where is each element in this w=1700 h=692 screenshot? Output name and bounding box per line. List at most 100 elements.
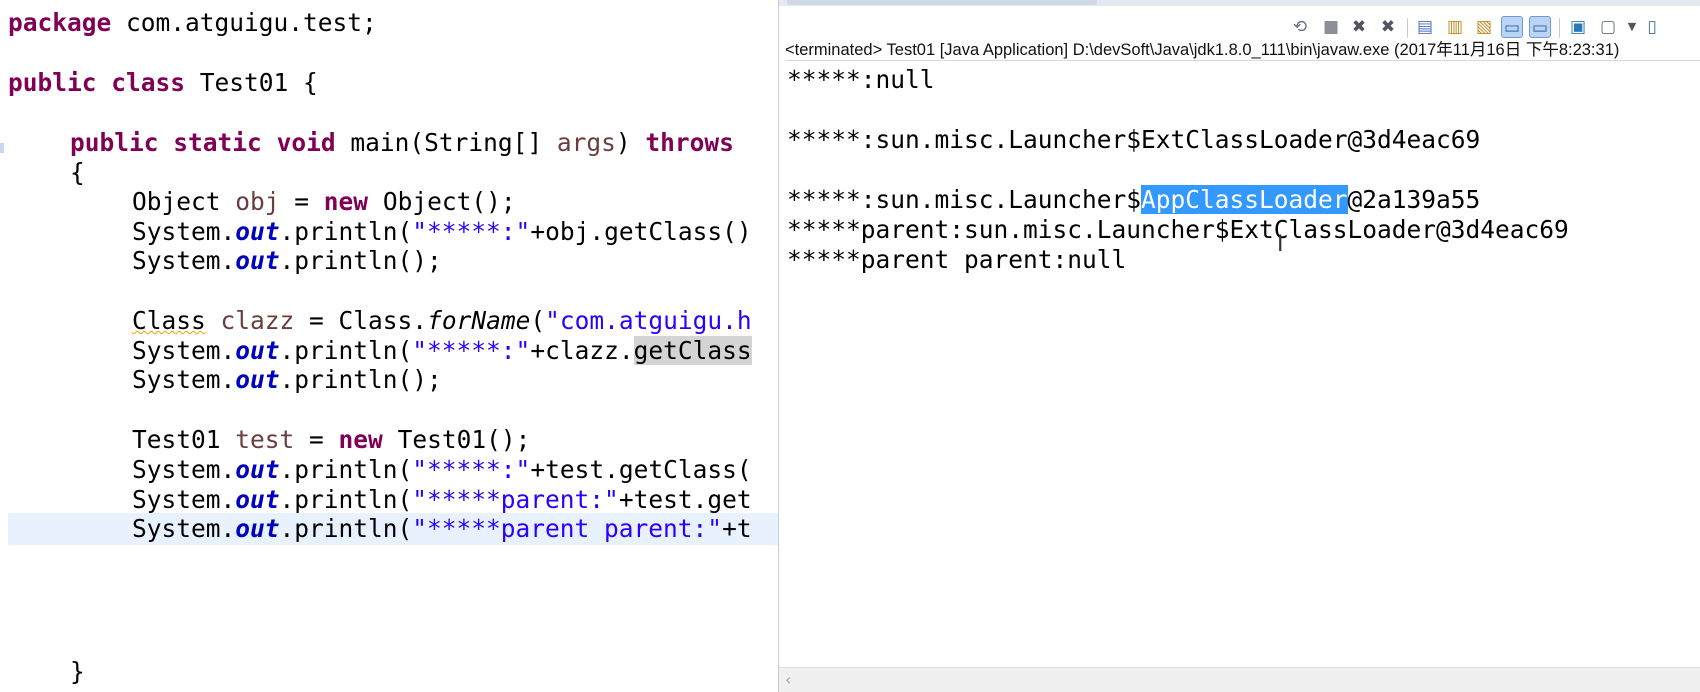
code-text: Object(); [368,187,516,216]
remove-launch-icon[interactable]: ✖ [1348,16,1370,38]
view-menu-icon[interactable]: ▼ [1621,16,1643,38]
code-line-println-test[interactable]: System.out.println("*****:"+test.getClas… [132,454,752,486]
code-text: = [279,187,324,216]
code-text: +test.get [618,485,752,514]
code-line-open-brace[interactable]: { [70,157,85,189]
code-text: System. [132,217,236,246]
string-literal: "com.atguigu.h [545,306,752,335]
keyword: throws [645,128,734,157]
console-output-line[interactable]: *****:sun.misc.Launcher$AppClassLoader@2… [787,184,1480,216]
console-tab[interactable] [787,0,1097,5]
open-console-icon[interactable]: ▣ [1567,16,1589,38]
code-line-test-new[interactable]: Test01 test = new Test01(); [132,424,530,456]
code-text: main(String[] [335,128,557,157]
code-line-main-decl[interactable]: public static void main(String[] args) t… [70,127,734,159]
collapse-marker-icon[interactable] [0,143,4,153]
code-text: Object [132,187,236,216]
keyword: new [323,187,369,216]
scroll-lock-icon[interactable]: ▤ [1414,16,1436,38]
code-line-close-brace[interactable]: } [70,656,85,688]
code-text: Test01 [132,425,236,454]
string-literal: "*****:" [412,217,531,246]
static-field: out [235,246,280,275]
string-literal: "*****:" [412,455,531,484]
code-text: .println( [279,485,413,514]
static-field: out [235,365,280,394]
console-output-line[interactable]: *****parent:sun.misc.Launcher$ExtClassLo… [787,214,1569,246]
remove-all-terminated-icon[interactable]: ✖ [1377,16,1399,38]
static-field: out [235,217,280,246]
code-line-class-forname[interactable]: Class clazz = Class.forName("com.atguigu… [132,305,752,337]
terminate-icon[interactable]: ■ [1320,16,1342,38]
code-line-println-empty[interactable]: System.out.println(); [132,245,442,277]
static-field: out [235,485,280,514]
console-output-line[interactable]: *****:sun.misc.Launcher$ExtClassLoader@3… [787,124,1480,156]
keyword: class [111,68,186,97]
word-wrap-icon[interactable]: ▥ [1444,16,1466,38]
code-text: System. [132,365,236,394]
show-on-stderr-icon[interactable]: ▭ [1529,16,1551,38]
code-text: = [294,425,339,454]
console-view[interactable]: ⟲ ■ ✖ ✖ ▤ ▥ ▧ ▭ ▭ ▣ ▢ ▼ ▯ <terminated> T… [778,0,1700,692]
code-text: .println( [279,455,413,484]
code-text: com.atguigu.test; [111,8,377,37]
code-text: .println( [279,217,413,246]
code-text: System. [132,246,236,275]
output-text: @2a139a55 [1347,185,1481,214]
code-text: .println(); [279,365,442,394]
toolbar-separator [1559,18,1560,38]
variable: args [556,128,616,157]
code-line-object[interactable]: Object obj = new Object(); [132,186,516,218]
static-field: out [235,514,280,543]
type-name: Class [132,306,206,335]
minimize-icon[interactable]: ▯ [1641,16,1663,38]
code-line-println-empty-2[interactable]: System.out.println(); [132,364,442,396]
string-literal: "*****:" [412,336,531,365]
code-text: System. [132,455,236,484]
code-line-println-parent[interactable]: System.out.println("*****parent:"+test.g… [132,484,752,516]
keyword: public [70,128,159,157]
code-text: System. [132,485,236,514]
console-toolbar: ⟲ ■ ✖ ✖ ▤ ▥ ▧ ▭ ▭ ▣ ▢ ▼ ▯ [779,6,1700,42]
string-literal: "*****parent:" [412,485,619,514]
keyword: package [8,8,112,37]
code-text: +t [722,514,752,543]
code-text: .println(); [279,246,442,275]
keyword: static [173,128,262,157]
code-text: +clazz. [530,336,634,365]
console-output-line[interactable]: *****parent parent:null [787,244,1126,276]
keyword: public [8,68,97,97]
code-editor[interactable]: package com.atguigu.test; public class T… [0,0,778,692]
code-text: +test.getClass( [530,455,752,484]
code-line-class-decl[interactable]: public class Test01 { [8,67,318,99]
pin-console-icon[interactable]: ▧ [1473,16,1495,38]
code-text: ) [615,128,646,157]
keyword: void [276,128,336,157]
code-line-println-clazz[interactable]: System.out.println("*****:"+clazz.getCla… [132,335,752,367]
variable: clazz [220,306,295,335]
code-text: .println( [279,336,413,365]
code-text: Test01 { [185,68,318,97]
variable: obj [235,187,280,216]
code-text: = Class. [294,306,428,335]
scroll-left-icon[interactable]: ‹ [785,670,791,689]
code-text: System. [132,514,236,543]
code-line-println-parent-parent[interactable]: System.out.println("*****parent parent:"… [8,513,778,545]
code-line-package[interactable]: package com.atguigu.test; [8,7,377,39]
code-text: +obj.getClass() [530,217,752,246]
code-line-println-obj[interactable]: System.out.println("*****:"+obj.getClass… [132,216,752,248]
toolbar-separator [1407,18,1408,38]
horizontal-scrollbar[interactable]: ‹ [779,667,1700,692]
console-output-line[interactable]: *****:null [787,64,935,96]
process-label: <terminated> Test01 [Java Application] D… [785,40,1700,61]
static-method: forName [427,306,531,335]
show-on-stdout-icon[interactable]: ▭ [1501,16,1523,38]
keyword: new [338,425,383,454]
display-console-icon[interactable]: ▢ [1597,16,1619,38]
variable: test [235,425,295,454]
text-cursor-icon: I [1277,232,1284,257]
occurrence-highlight: getClass [633,336,752,365]
sync-icon[interactable]: ⟲ [1289,16,1311,38]
code-text: Test01(); [382,425,531,454]
